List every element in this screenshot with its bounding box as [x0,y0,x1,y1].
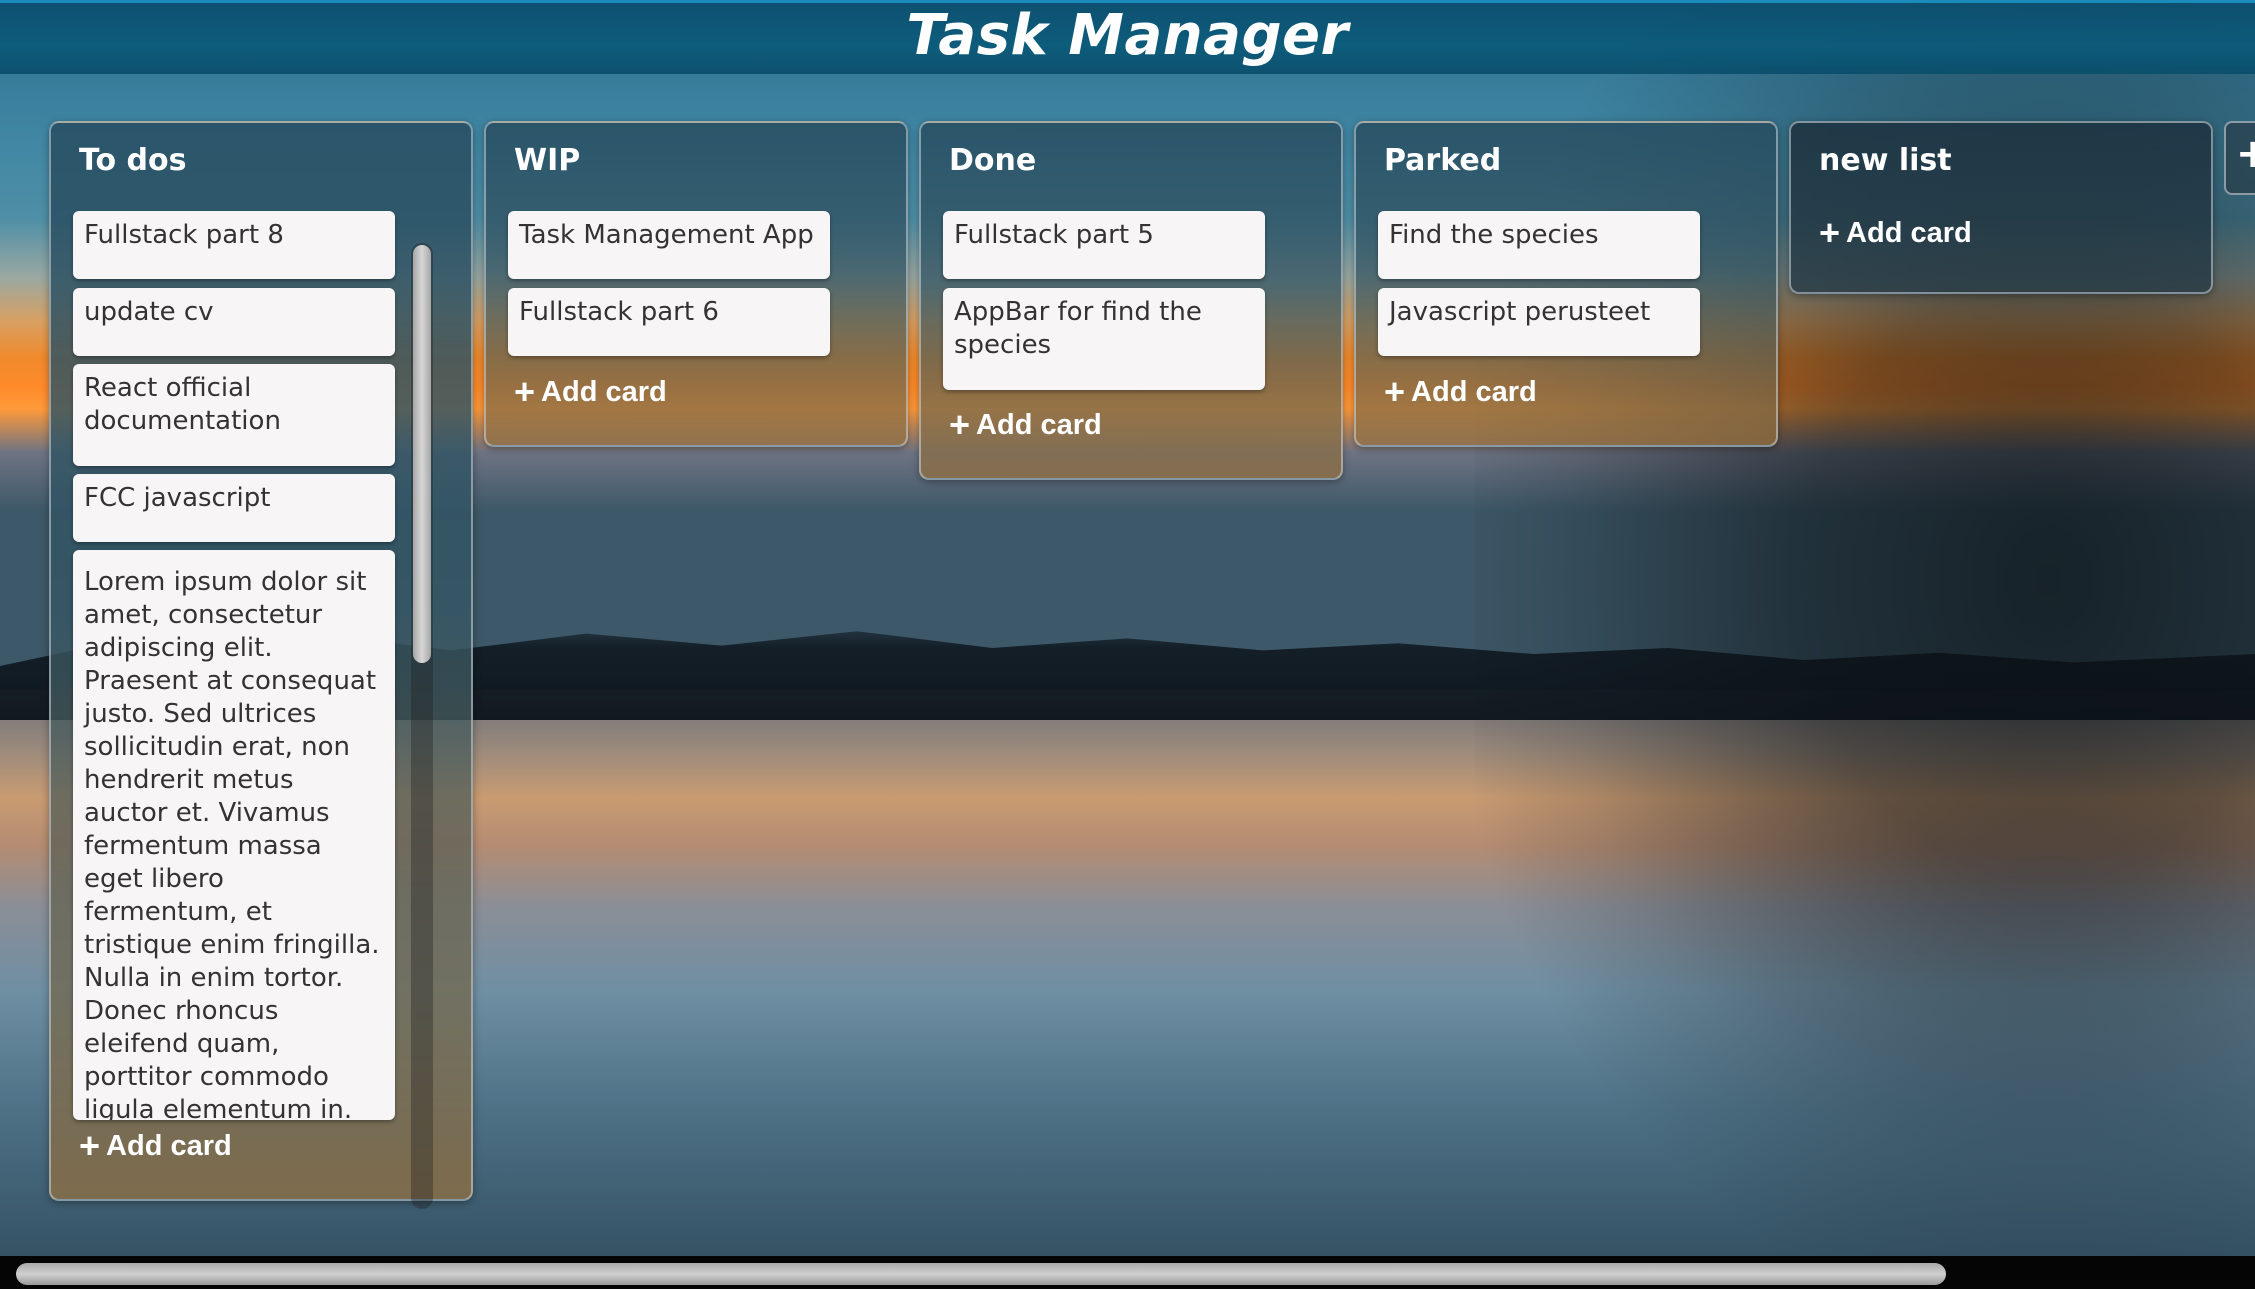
list-wip: WIP Task Management App Fullstack part 6… [484,121,908,447]
add-card-label: Add card [541,375,667,408]
add-card-button[interactable]: + Add card [514,374,667,410]
plus-icon: + [514,371,536,412]
add-list-button[interactable]: + [2224,121,2255,195]
list-title[interactable]: Parked [1384,143,1501,178]
list-title[interactable]: WIP [514,143,580,178]
card[interactable]: Fullstack part 8 [73,211,395,279]
list-new-list: new list + Add card [1789,121,2213,294]
list-title[interactable]: To dos [79,143,186,178]
list-scrollbar-thumb[interactable] [413,245,431,663]
card[interactable]: Fullstack part 6 [508,288,830,356]
add-card-button[interactable]: + Add card [1384,374,1537,410]
horizontal-scrollbar-thumb[interactable] [16,1263,1946,1285]
list-to-dos: To dos Fullstack part 8 update cv React … [49,121,473,1209]
card[interactable]: Javascript perusteet [1378,288,1700,356]
plus-icon: + [1384,371,1406,412]
list-title[interactable]: new list [1819,143,1952,178]
card[interactable]: Fullstack part 5 [943,211,1265,279]
card[interactable]: Task Management App [508,211,830,279]
card[interactable]: FCC javascript [73,474,395,542]
card[interactable]: Find the species [1378,211,1700,279]
add-card-label: Add card [976,408,1102,441]
card[interactable]: update cv [73,288,395,356]
add-card-button[interactable]: + Add card [1819,215,1972,251]
add-card-label: Add card [1846,216,1972,249]
card[interactable]: Lorem ipsum dolor sit amet, consectetur … [73,550,395,1120]
plus-icon: + [949,404,971,445]
list-parked: Parked Find the species Javascript perus… [1354,121,1778,447]
app-title: Task Manager [906,3,1349,68]
plus-icon: + [79,1125,101,1166]
card[interactable]: React official documentation [73,364,395,466]
card[interactable]: AppBar for find the species [943,288,1265,390]
add-card-label: Add card [1411,375,1537,408]
list-title[interactable]: Done [949,143,1036,178]
plus-icon: + [1819,212,1841,253]
add-card-label: Add card [106,1129,232,1162]
list-done: Done Fullstack part 5 AppBar for find th… [919,121,1343,480]
add-card-button[interactable]: + Add card [79,1128,232,1164]
plus-icon: + [2236,131,2255,177]
add-card-button[interactable]: + Add card [949,407,1102,443]
